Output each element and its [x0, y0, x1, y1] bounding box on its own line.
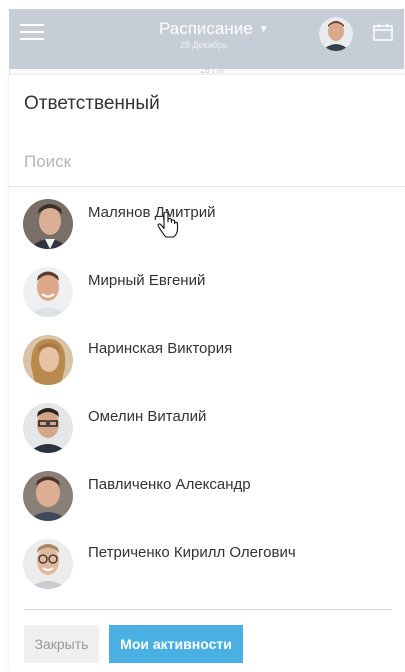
calendar-icon[interactable] [373, 23, 393, 41]
day-strip-label: 26 Пн [200, 65, 224, 75]
list-item[interactable]: Мирный Евгений [9, 261, 405, 323]
avatar [23, 267, 73, 317]
sheet-title: Ответственный [24, 93, 160, 114]
list-item[interactable]: Петриченко Кирилл Олегович [9, 533, 405, 595]
avatar [23, 471, 73, 521]
list-item[interactable]: Наринская Виктория [9, 329, 405, 391]
person-name: Наринская Виктория [88, 340, 233, 357]
person-name: Петриченко Кирилл Олегович [88, 544, 296, 561]
list-item[interactable]: Павличенко Александр [9, 465, 405, 527]
person-name: Мирный Евгений [88, 272, 206, 289]
screen: Расписание ▼ 28 Декабрь 26 Пн Ответственн… [0, 0, 405, 672]
person-name: Омелин Виталий [88, 408, 207, 425]
user-avatar[interactable] [319, 17, 353, 51]
avatar [23, 403, 73, 453]
avatar [23, 335, 73, 385]
search-row [9, 138, 405, 187]
person-name: Малянов Дмитрий [88, 204, 216, 221]
list-item[interactable]: Малянов Дмитрий [9, 193, 405, 255]
close-button[interactable]: Закрыть [24, 625, 99, 663]
responsible-picker-sheet: Ответственный Малянов Дмитрий [9, 75, 405, 672]
app-title-label: Расписание [159, 19, 253, 38]
avatar [23, 199, 73, 249]
search-input[interactable] [24, 148, 374, 176]
hand-cursor-icon [157, 211, 179, 238]
footer-divider [24, 609, 392, 610]
app-title[interactable]: Расписание ▼ [159, 19, 269, 39]
avatar [23, 539, 73, 589]
hamburger-icon[interactable] [20, 24, 44, 42]
list-item[interactable]: Омелин Виталий [9, 397, 405, 459]
app-bar: Расписание ▼ 28 Декабрь [9, 9, 404, 69]
person-name: Павличенко Александр [88, 476, 251, 493]
app-subtitle: 28 Декабрь [180, 40, 228, 50]
my-activities-button[interactable]: Мои активности [109, 625, 243, 663]
chevron-down-icon: ▼ [258, 24, 269, 36]
